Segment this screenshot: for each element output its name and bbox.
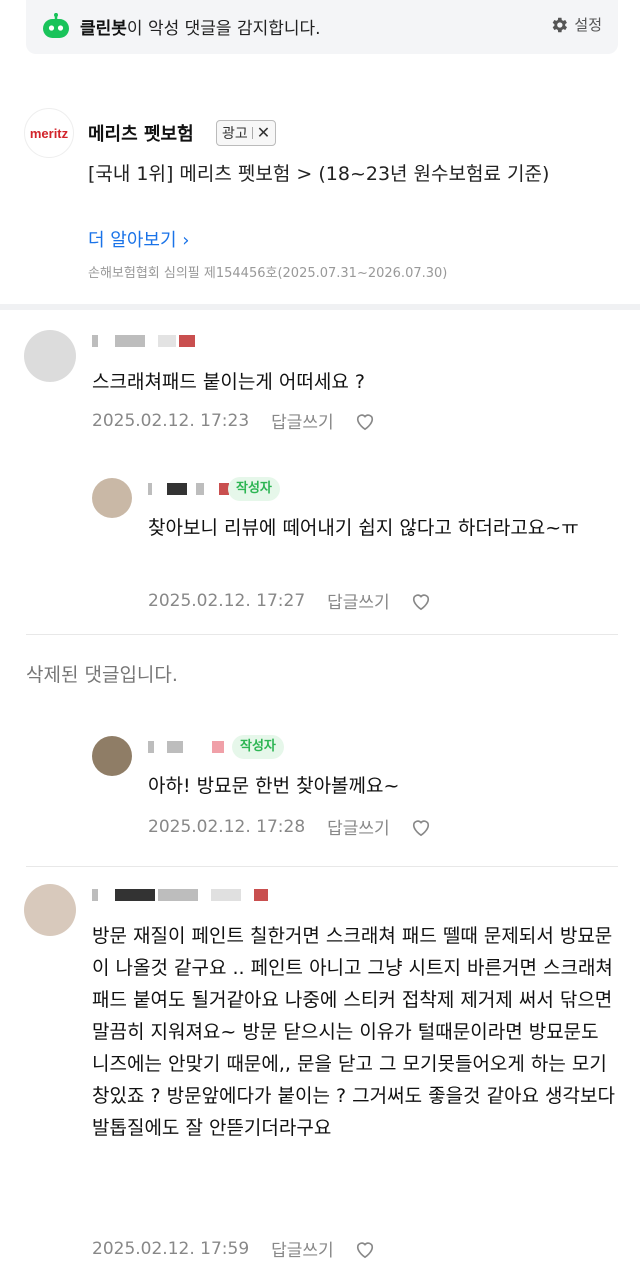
close-icon[interactable]: ✕ bbox=[257, 125, 270, 141]
learn-more-link[interactable]: 더 알아보기 › bbox=[88, 226, 189, 252]
comment-text: 스크래쳐패드 붙이는게 어떠세요 ? bbox=[92, 371, 365, 393]
writer-badge: 작성자 bbox=[228, 477, 280, 501]
advertiser-logo: meritz bbox=[24, 108, 74, 158]
settings-label: 설정 bbox=[574, 16, 602, 34]
comment-meta: 2025.02.12. 17:23 답글쓰기 bbox=[92, 408, 376, 433]
divider bbox=[26, 866, 618, 867]
heart-icon[interactable] bbox=[410, 591, 432, 611]
divider bbox=[251, 127, 253, 139]
reply-button[interactable]: 답글쓰기 bbox=[271, 1236, 334, 1261]
comment-text: 찾아보니 리뷰에 떼어내기 쉽지 않다고 하더라고요~ㅠ bbox=[148, 517, 579, 539]
chevron-right-icon: › bbox=[176, 230, 190, 251]
cleanbot-message: 클린봇이 악성 댓글을 감지합니다. bbox=[80, 19, 321, 39]
comment-meta: 2025.02.12. 17:27 답글쓰기 bbox=[148, 588, 432, 613]
divider bbox=[26, 634, 618, 635]
nickname-redacted[interactable] bbox=[92, 888, 268, 902]
comment-date: 2025.02.12. 17:59 bbox=[92, 1238, 250, 1259]
avatar[interactable] bbox=[24, 884, 76, 936]
avatar[interactable] bbox=[92, 478, 132, 518]
writer-badge: 작성자 bbox=[232, 735, 284, 759]
advertiser-name[interactable]: 메리츠 펫보험 bbox=[88, 120, 194, 146]
heart-icon[interactable] bbox=[354, 1239, 376, 1259]
settings-button[interactable]: 설정 bbox=[549, 14, 602, 35]
deleted-comment: 삭제된 댓글입니다. bbox=[26, 664, 178, 686]
comment-text: 방문 재질이 페인트 칠한거면 스크래쳐 패드 뗄때 문제되서 방묘문이 나올것… bbox=[92, 925, 615, 1139]
comment-date: 2025.02.12. 17:28 bbox=[148, 816, 306, 837]
nickname-redacted[interactable] bbox=[148, 482, 229, 496]
nickname-redacted[interactable] bbox=[148, 740, 224, 754]
section-divider bbox=[0, 304, 640, 310]
ad-description[interactable]: [국내 1위] 메리츠 펫보험 > (18~23년 원수보험료 기준) bbox=[88, 158, 608, 190]
heart-icon[interactable] bbox=[354, 411, 376, 431]
nickname-redacted[interactable] bbox=[92, 334, 195, 348]
ad-badge-label: 광고 bbox=[222, 126, 248, 142]
reply-button[interactable]: 답글쓰기 bbox=[271, 408, 334, 433]
gear-icon bbox=[553, 17, 568, 32]
ad-disclaimer: 손해보험협회 심의필 제154456호(2025.07.31~2026.07.3… bbox=[88, 266, 448, 281]
avatar[interactable] bbox=[24, 330, 76, 382]
heart-icon[interactable] bbox=[410, 817, 432, 837]
cleanbot-robot-icon bbox=[43, 13, 69, 38]
comment-meta: 2025.02.12. 17:28 답글쓰기 bbox=[148, 814, 432, 839]
comment-text: 아하! 방묘문 한번 찾아볼께요~ bbox=[148, 775, 400, 797]
cleanbot-banner: 클린봇이 악성 댓글을 감지합니다. 설정 bbox=[26, 0, 618, 54]
comment-date: 2025.02.12. 17:23 bbox=[92, 410, 250, 431]
comment-meta: 2025.02.12. 17:59 답글쓰기 bbox=[92, 1236, 376, 1261]
comment-date: 2025.02.12. 17:27 bbox=[148, 590, 306, 611]
avatar[interactable] bbox=[92, 736, 132, 776]
ad-badge[interactable]: 광고 ✕ bbox=[216, 120, 277, 146]
reply-button[interactable]: 답글쓰기 bbox=[327, 588, 390, 613]
reply-button[interactable]: 답글쓰기 bbox=[327, 814, 390, 839]
